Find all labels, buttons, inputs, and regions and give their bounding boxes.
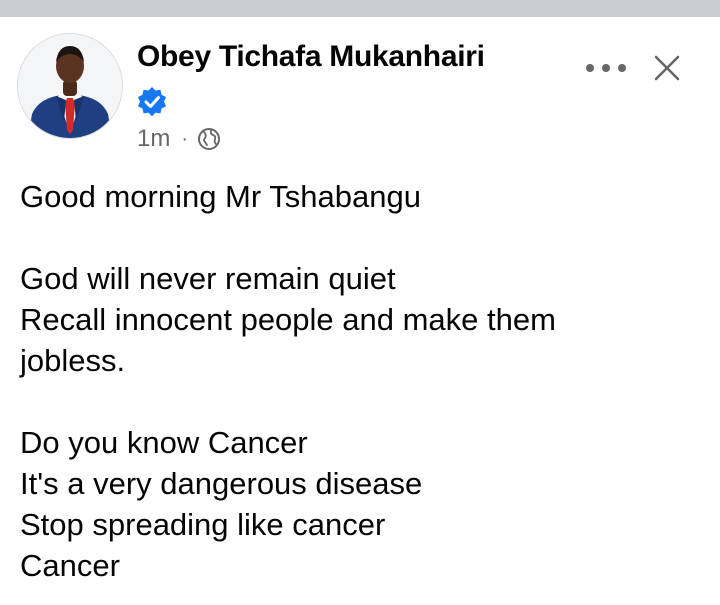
more-dot (618, 64, 626, 72)
globe-icon[interactable] (197, 127, 221, 151)
post-text-line: Recall innocent people and make them (20, 302, 556, 337)
post-text-line: It's a very dangerous disease (20, 466, 423, 501)
post-text-line: Cancer (20, 548, 120, 583)
more-dot (586, 64, 594, 72)
post-text-line: Good morning Mr Tshabangu (20, 179, 421, 214)
more-options-icon[interactable] (584, 54, 628, 82)
post-time[interactable]: 1m (137, 125, 170, 153)
post-text-line: Do you know Cancer (20, 425, 308, 460)
post-text-line: Stop spreading like cancer (20, 507, 386, 542)
post-text-line: jobless. (20, 343, 126, 378)
avatar[interactable] (17, 33, 123, 139)
post-body: Good morning Mr Tshabangu God will never… (20, 176, 710, 586)
top-divider-bar (0, 0, 720, 17)
post-text-line: God will never remain quiet (20, 261, 396, 296)
avatar-photo-icon (18, 34, 122, 138)
meta-separator: · (181, 127, 189, 150)
author-name[interactable]: Obey Tichafa Mukanhairi (137, 40, 485, 74)
more-dot (602, 64, 610, 72)
post-meta: 1m · (137, 123, 221, 155)
close-icon[interactable] (651, 52, 683, 84)
verified-badge-icon (138, 87, 166, 117)
